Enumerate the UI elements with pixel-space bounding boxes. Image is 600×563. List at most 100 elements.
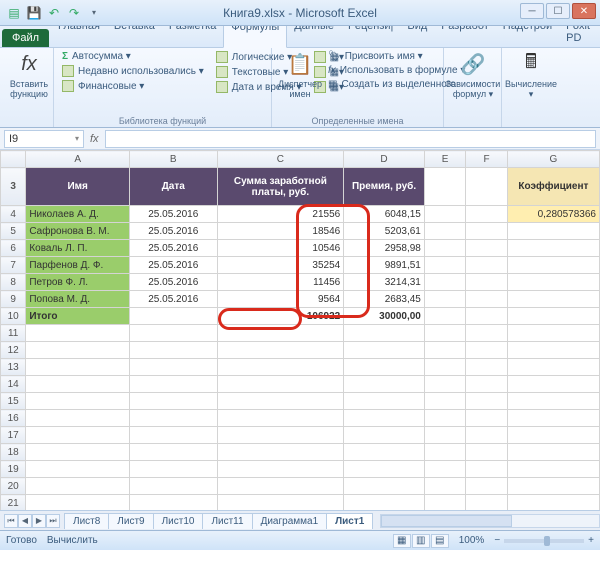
row-header[interactable]: 8 xyxy=(1,274,26,291)
cell[interactable] xyxy=(424,206,465,223)
row-header[interactable]: 9 xyxy=(1,291,26,308)
cell[interactable] xyxy=(26,461,130,478)
row-header[interactable]: 4 xyxy=(1,206,26,223)
col-header[interactable]: F xyxy=(466,151,507,168)
cell[interactable] xyxy=(507,257,599,274)
sheet-tab[interactable]: Диаграмма1 xyxy=(252,513,328,529)
cell[interactable] xyxy=(26,376,130,393)
table-header-cell[interactable]: Премия, руб. xyxy=(344,168,425,206)
cell[interactable] xyxy=(466,308,507,325)
name-cell[interactable]: Коваль Л. П. xyxy=(26,240,130,257)
row-header[interactable]: 12 xyxy=(1,342,26,359)
cell[interactable] xyxy=(466,410,507,427)
cell[interactable] xyxy=(130,342,218,359)
cell[interactable] xyxy=(424,308,465,325)
sum-cell[interactable]: 35254 xyxy=(217,257,344,274)
row-header[interactable]: 17 xyxy=(1,427,26,444)
cell[interactable] xyxy=(344,478,425,495)
cell[interactable] xyxy=(466,274,507,291)
col-header[interactable]: D xyxy=(344,151,425,168)
maximize-button[interactable]: ☐ xyxy=(546,3,570,19)
cell[interactable] xyxy=(507,376,599,393)
cell[interactable] xyxy=(466,168,507,206)
cell[interactable] xyxy=(507,478,599,495)
cell[interactable] xyxy=(466,206,507,223)
horizontal-scrollbar[interactable] xyxy=(380,514,600,528)
financial-button[interactable]: Финансовые ▾ xyxy=(60,79,206,93)
cell[interactable] xyxy=(466,495,507,511)
cell[interactable] xyxy=(130,376,218,393)
cell[interactable] xyxy=(217,410,344,427)
cell[interactable] xyxy=(130,461,218,478)
date-cell[interactable]: 25.05.2016 xyxy=(130,291,218,308)
cell[interactable] xyxy=(26,325,130,342)
formula-input[interactable] xyxy=(105,130,596,148)
cell[interactable] xyxy=(466,342,507,359)
cell[interactable] xyxy=(466,359,507,376)
cell[interactable] xyxy=(344,427,425,444)
sheet-nav-last-icon[interactable]: ⏭ xyxy=(46,514,60,528)
cell[interactable] xyxy=(424,291,465,308)
cell[interactable] xyxy=(26,359,130,376)
minimize-button[interactable]: ─ xyxy=(520,3,544,19)
cell[interactable] xyxy=(424,478,465,495)
qat-dropdown-icon[interactable]: ▾ xyxy=(86,5,102,21)
col-header[interactable]: G xyxy=(507,151,599,168)
calculation-button[interactable]: 🖩 Вычисление ▾ xyxy=(508,50,554,100)
row-header[interactable]: 6 xyxy=(1,240,26,257)
cell[interactable] xyxy=(507,444,599,461)
name-cell[interactable]: Парфенов Д. Ф. xyxy=(26,257,130,274)
view-pagebreak-icon[interactable]: ▤ xyxy=(431,534,449,548)
view-layout-icon[interactable]: ▥ xyxy=(412,534,430,548)
file-tab[interactable]: Файл xyxy=(2,29,49,47)
table-header-cell[interactable]: Сумма заработной платы, руб. xyxy=(217,168,344,206)
name-cell[interactable]: Петров Ф. Л. xyxy=(26,274,130,291)
cell[interactable] xyxy=(424,223,465,240)
sheet-tab[interactable]: Лист11 xyxy=(202,513,252,529)
premium-cell[interactable]: 3214,31 xyxy=(344,274,425,291)
cell[interactable] xyxy=(26,444,130,461)
cell[interactable] xyxy=(466,291,507,308)
cell[interactable] xyxy=(424,257,465,274)
sum-cell[interactable]: 18546 xyxy=(217,223,344,240)
total-sum[interactable]: 106922 xyxy=(217,308,344,325)
cell[interactable] xyxy=(424,274,465,291)
sheet-tab[interactable]: Лист9 xyxy=(108,513,153,529)
cell[interactable] xyxy=(424,393,465,410)
cell[interactable] xyxy=(344,393,425,410)
cell[interactable] xyxy=(424,359,465,376)
cell[interactable] xyxy=(217,342,344,359)
total-premium[interactable]: 30000,00 xyxy=(344,308,425,325)
cell[interactable] xyxy=(424,240,465,257)
name-box-dropdown-icon[interactable]: ▾ xyxy=(75,134,79,143)
view-normal-icon[interactable]: ▦ xyxy=(393,534,411,548)
coefficient-header[interactable]: Коэффициент xyxy=(507,168,599,206)
cell[interactable] xyxy=(466,478,507,495)
sum-cell[interactable]: 10546 xyxy=(217,240,344,257)
sheet-tab[interactable]: Лист1 xyxy=(326,513,373,529)
cell[interactable] xyxy=(507,274,599,291)
row-header[interactable]: 5 xyxy=(1,223,26,240)
cell[interactable] xyxy=(344,410,425,427)
cell[interactable] xyxy=(424,325,465,342)
redo-icon[interactable]: ↷ xyxy=(66,5,82,21)
cell[interactable] xyxy=(130,427,218,444)
cell[interactable] xyxy=(466,376,507,393)
cell[interactable] xyxy=(507,427,599,444)
col-header[interactable]: B xyxy=(130,151,218,168)
name-cell[interactable]: Сафронова В. М. xyxy=(26,223,130,240)
table-header-cell[interactable]: Имя xyxy=(26,168,130,206)
cell[interactable] xyxy=(130,393,218,410)
col-header[interactable]: A xyxy=(26,151,130,168)
cell[interactable] xyxy=(466,444,507,461)
cell[interactable] xyxy=(217,461,344,478)
row-header[interactable]: 20 xyxy=(1,478,26,495)
row-header[interactable]: 21 xyxy=(1,495,26,511)
cell[interactable] xyxy=(130,410,218,427)
coefficient-value[interactable]: 0,280578366 xyxy=(507,206,599,223)
cell[interactable] xyxy=(424,342,465,359)
cell[interactable] xyxy=(344,342,425,359)
close-button[interactable]: ✕ xyxy=(572,3,596,19)
row-header[interactable]: 18 xyxy=(1,444,26,461)
cell[interactable] xyxy=(130,359,218,376)
